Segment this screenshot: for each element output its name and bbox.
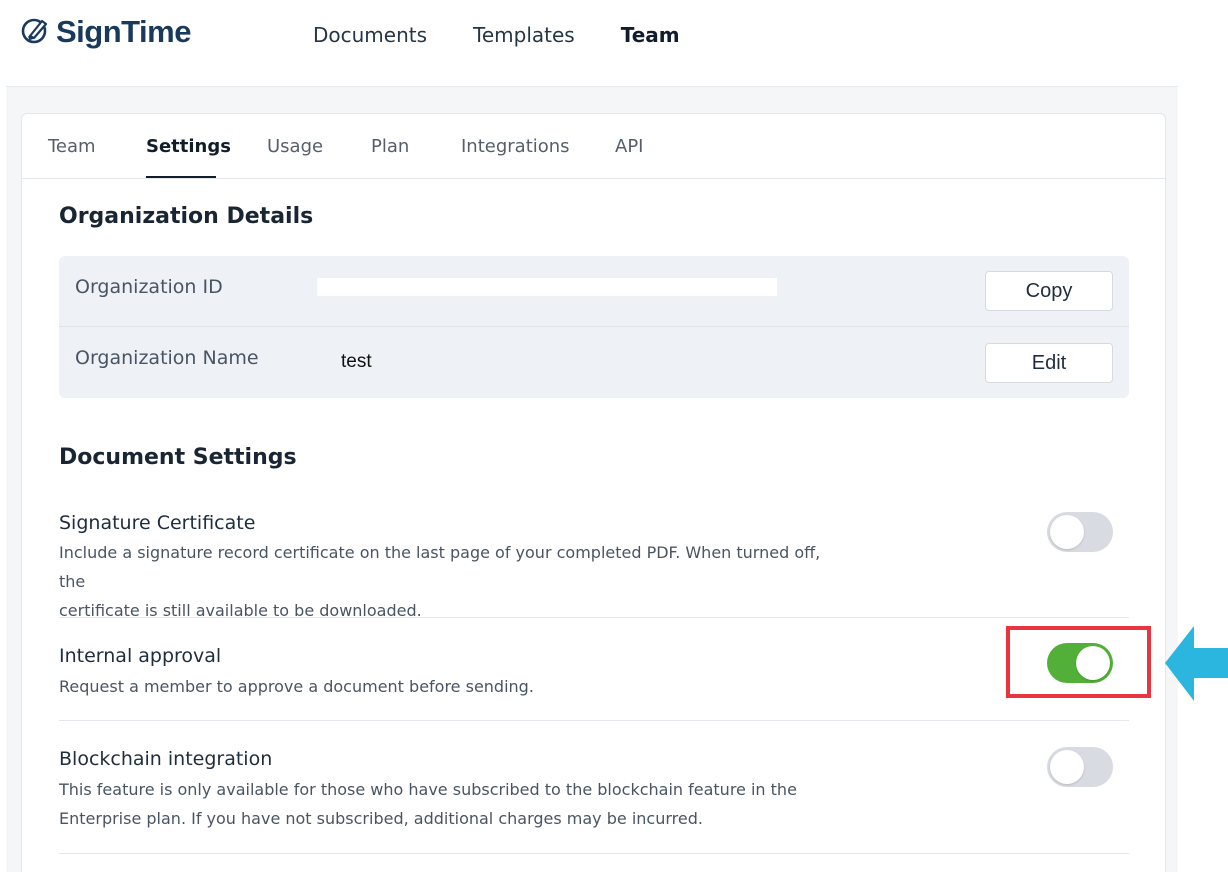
active-tab-indicator <box>146 176 216 178</box>
blockchain-integration-description: This feature is only available for those… <box>59 780 797 828</box>
toggle-knob <box>1050 750 1084 784</box>
organization-details-heading: Organization Details <box>59 204 314 229</box>
top-bar: SignTime Documents Templates Team <box>0 0 1228 70</box>
nav-documents[interactable]: Documents <box>313 23 427 47</box>
organization-id-value <box>317 278 777 296</box>
settings-divider <box>59 853 1129 854</box>
tab-usage[interactable]: Usage <box>267 136 323 157</box>
document-settings-heading: Document Settings <box>59 445 297 470</box>
organization-id-label: Organization ID <box>75 276 223 298</box>
internal-approval-description: Request a member to approve a document b… <box>59 677 534 696</box>
organization-name-value: test <box>341 351 372 372</box>
nav-templates[interactable]: Templates <box>473 23 575 47</box>
toggle-knob <box>1050 515 1084 549</box>
settings-divider <box>59 617 1129 618</box>
edit-button[interactable]: Edit <box>985 343 1113 383</box>
highlight-box <box>1006 626 1151 698</box>
tab-team[interactable]: Team <box>48 136 96 157</box>
tab-settings[interactable]: Settings <box>146 136 231 157</box>
organization-details-card: Organization ID Copy Organization Name t… <box>59 256 1129 398</box>
blockchain-integration-toggle[interactable] <box>1047 747 1113 787</box>
settings-divider <box>59 720 1129 721</box>
app-logo[interactable]: SignTime <box>20 14 191 50</box>
tab-api[interactable]: API <box>615 136 643 157</box>
organization-name-label: Organization Name <box>75 347 259 369</box>
signature-pen-icon <box>20 15 50 49</box>
signature-certificate-description: Include a signature record certificate o… <box>59 543 821 620</box>
blockchain-integration-title: Blockchain integration <box>59 748 273 770</box>
nav-team[interactable]: Team <box>621 23 680 47</box>
app-name: SignTime <box>56 14 191 49</box>
row-divider <box>59 326 1129 327</box>
arrow-left-icon <box>1165 626 1228 701</box>
signature-certificate-title: Signature Certificate <box>59 512 256 534</box>
tab-integrations[interactable]: Integrations <box>461 136 570 157</box>
tab-plan[interactable]: Plan <box>371 136 409 157</box>
copy-button[interactable]: Copy <box>985 271 1113 311</box>
settings-panel: Team Settings Usage Plan Integrations AP… <box>21 113 1166 872</box>
tab-bar: Team Settings Usage Plan Integrations AP… <box>22 114 1165 179</box>
signature-certificate-toggle[interactable] <box>1047 512 1113 552</box>
internal-approval-title: Internal approval <box>59 645 222 667</box>
top-navigation: Documents Templates Team <box>313 23 680 47</box>
